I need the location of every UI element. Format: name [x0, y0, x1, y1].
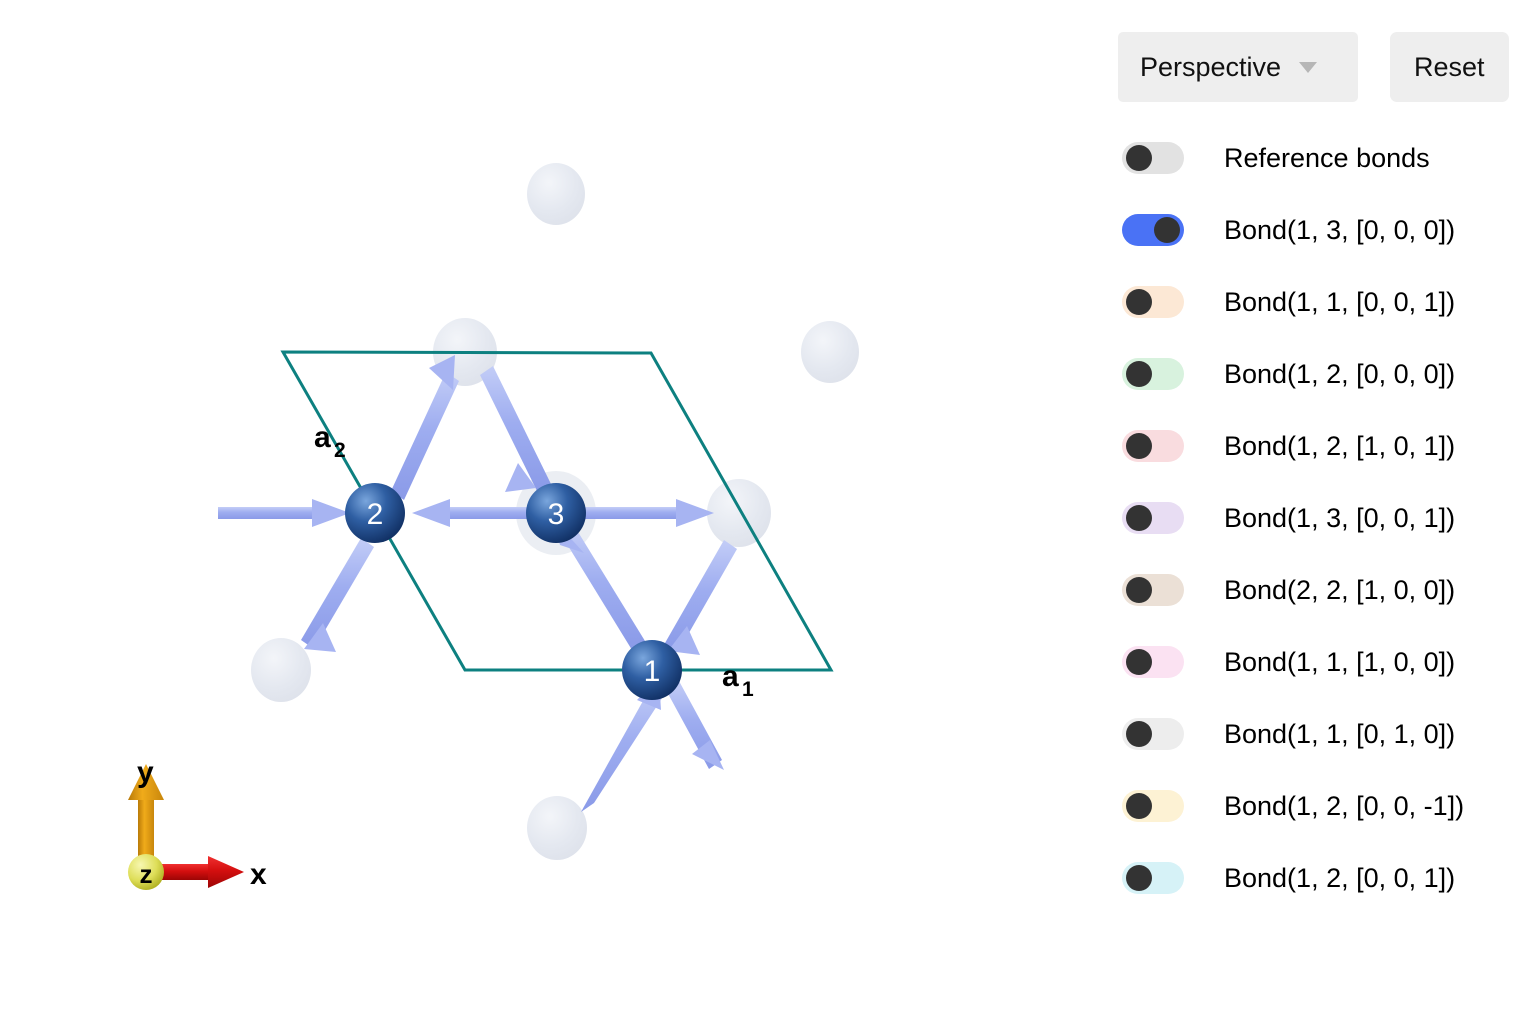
toggle-knob — [1126, 361, 1152, 387]
legend-row[interactable]: Bond(1, 2, [0, 0, 1]) — [1118, 842, 1528, 914]
legend-label: Bond(1, 3, [0, 0, 1]) — [1224, 502, 1456, 533]
legend-row[interactable]: Bond(1, 1, [0, 1, 0]) — [1118, 698, 1528, 770]
toggle-knob — [1154, 217, 1180, 243]
bond-arrow — [580, 499, 714, 527]
bond-visibility-toggle[interactable] — [1122, 574, 1184, 606]
z-axis-label: z — [140, 859, 153, 889]
legend-label: Bond(1, 2, [0, 0, 0]) — [1224, 358, 1456, 389]
lattice-vector-a1-label: a — [722, 660, 739, 693]
toggle-knob — [1126, 505, 1152, 531]
toggle-knob — [1126, 145, 1152, 171]
legend-label: Bond(1, 2, [0, 0, 1]) — [1224, 862, 1456, 893]
axis-orientation-widget[interactable]: y x z — [128, 756, 267, 891]
toggle-knob — [1126, 577, 1152, 603]
reset-button[interactable]: Reset — [1390, 32, 1509, 102]
y-axis-label: y — [137, 756, 154, 789]
toggle-knob — [1126, 721, 1152, 747]
lattice-vector-a2-subscript: 2 — [334, 439, 346, 462]
legend-label: Bond(1, 2, [0, 0, -1]) — [1224, 790, 1465, 821]
legend-row[interactable]: Reference bonds — [1118, 122, 1528, 194]
legend-row[interactable]: Bond(1, 1, [1, 0, 0]) — [1118, 626, 1528, 698]
bond-arrow — [757, 420, 800, 484]
atom-label: 3 — [548, 498, 565, 531]
bond-visibility-toggle[interactable] — [1122, 214, 1184, 246]
bond-arrow — [218, 499, 350, 527]
legend-label: Bond(2, 2, [1, 0, 0]) — [1224, 574, 1456, 605]
toggle-knob — [1126, 289, 1152, 315]
atom-label: 2 — [367, 498, 384, 531]
legend-row[interactable]: Bond(1, 2, [0, 0, -1]) — [1118, 770, 1528, 842]
legend-row[interactable]: Bond(1, 2, [1, 0, 1]) — [1118, 410, 1528, 482]
view-control-bar: Perspective Reset — [1118, 32, 1509, 102]
bond-visibility-toggle[interactable] — [1122, 718, 1184, 750]
x-axis-arrowhead — [208, 856, 244, 888]
bond-visibility-toggle[interactable] — [1122, 790, 1184, 822]
legend-row[interactable]: Bond(1, 2, [0, 0, 0]) — [1118, 338, 1528, 410]
toggle-knob — [1126, 433, 1152, 459]
legend-label: Bond(1, 2, [1, 0, 1]) — [1224, 430, 1456, 461]
legend-row[interactable]: Bond(1, 3, [0, 0, 1]) — [1118, 482, 1528, 554]
x-axis-label: x — [250, 858, 267, 891]
bond-visibility-toggle[interactable] — [1122, 286, 1184, 318]
bond-legend-list: Reference bonds Bond(1, 3, [0, 0, 0]) Bond… — [1118, 122, 1528, 914]
structure-canvas[interactable]: 2 3 1 a 2 a 1 y x z — [0, 0, 1100, 1024]
projection-select[interactable]: Perspective — [1118, 32, 1358, 102]
structure-viewport[interactable]: 2 3 1 a 2 a 1 y x z — [0, 0, 1100, 1024]
lattice-vector-a2-label: a — [314, 421, 331, 454]
ghost-atom — [801, 321, 859, 383]
bond-visibility-toggle[interactable] — [1122, 358, 1184, 390]
bond-arrow — [412, 499, 535, 527]
bond-visibility-toggle[interactable] — [1122, 646, 1184, 678]
controls-panel: Perspective Reset Reference bonds Bond(1,… — [1100, 0, 1536, 1024]
bond-visibility-toggle[interactable] — [1122, 502, 1184, 534]
bond-visibility-toggle[interactable] — [1122, 862, 1184, 894]
legend-row[interactable]: Bond(1, 1, [0, 0, 1]) — [1118, 266, 1528, 338]
lattice-vector-a1-subscript: 1 — [742, 678, 754, 701]
ghost-atom — [707, 479, 771, 547]
bond-arrow — [480, 366, 551, 493]
toggle-knob — [1126, 865, 1152, 891]
projection-select-value: Perspective — [1140, 51, 1282, 82]
toggle-knob — [1126, 793, 1152, 819]
legend-label: Bond(1, 1, [0, 0, 1]) — [1224, 286, 1456, 317]
ghost-atom — [527, 163, 585, 225]
bond-arrow — [301, 538, 374, 652]
chevron-down-icon — [1299, 61, 1318, 73]
ghost-atom — [527, 796, 587, 860]
bond-arrow — [666, 681, 724, 770]
bond-visibility-toggle[interactable] — [1122, 142, 1184, 174]
toggle-knob — [1126, 649, 1152, 675]
atom-3[interactable]: 3 — [526, 483, 586, 543]
legend-row[interactable]: Bond(1, 3, [0, 0, 0]) — [1118, 194, 1528, 266]
atom-1[interactable]: 1 — [622, 640, 682, 700]
atom-2[interactable]: 2 — [345, 483, 405, 543]
legend-row[interactable]: Bond(2, 2, [1, 0, 0]) — [1118, 554, 1528, 626]
legend-label: Bond(1, 1, [1, 0, 0]) — [1224, 646, 1456, 677]
legend-label: Reference bonds — [1224, 142, 1430, 173]
bond-arrow — [480, 237, 540, 340]
ghost-atom — [251, 638, 311, 702]
legend-label: Bond(1, 1, [0, 1, 0]) — [1224, 718, 1456, 749]
legend-label: Bond(1, 3, [0, 0, 0]) — [1224, 214, 1456, 245]
atom-label: 1 — [644, 655, 661, 688]
bond-visibility-toggle[interactable] — [1122, 430, 1184, 462]
bond-arrow — [391, 355, 459, 500]
crystal-bond-viewer: 2 3 1 a 2 a 1 y x z Perspective Reset Re… — [0, 0, 1536, 1024]
bond-arrow — [665, 540, 737, 655]
